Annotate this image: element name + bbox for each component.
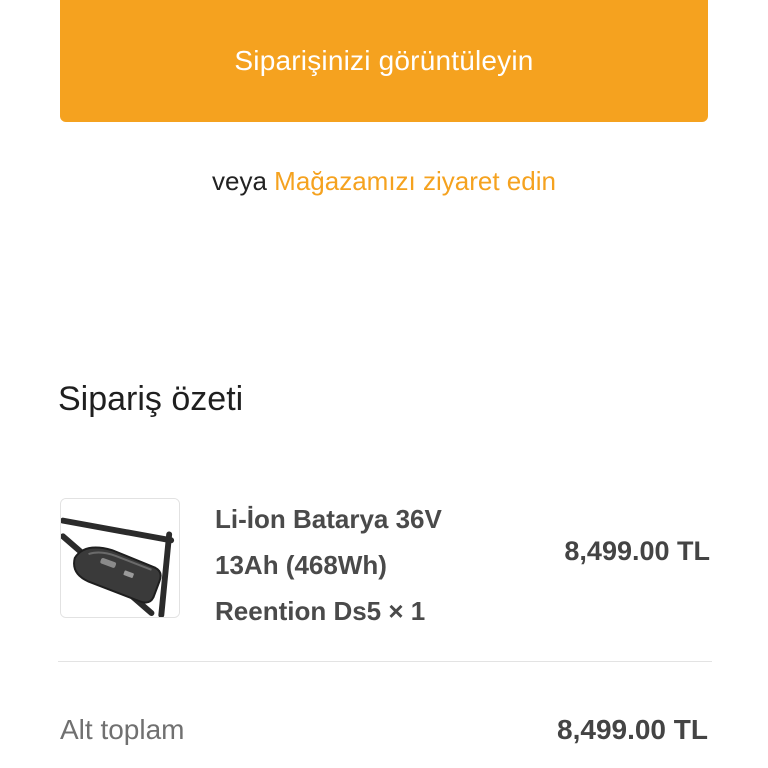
order-summary-title: Sipariş özeti — [58, 380, 244, 418]
battery-frame-image — [61, 499, 179, 617]
order-line-item: Li-İon Batarya 36V 13Ah (468Wh) Reention… — [60, 496, 710, 626]
subtotal-value: 8,499.00 TL — [557, 714, 708, 745]
order-confirmation-page: Siparişinizi görüntüleyin veya Mağazamız… — [0, 0, 768, 768]
alternative-prefix: veya — [212, 166, 267, 196]
product-name-line-3: Reention Ds5 × 1 — [215, 596, 426, 626]
product-name-line-1: Li-İon Batarya 36V — [215, 504, 442, 534]
view-order-button[interactable]: Siparişinizi görüntüleyin — [60, 0, 708, 122]
product-name-line-2: 13Ah (468Wh) — [215, 550, 387, 580]
product-thumbnail — [60, 498, 180, 618]
alternative-action-line: veya Mağazamızı ziyaret edin — [0, 166, 768, 197]
visit-store-link[interactable]: Mağazamızı ziyaret edin — [274, 166, 556, 196]
subtotal-label: Alt toplam — [60, 714, 185, 745]
product-name: Li-İon Batarya 36V 13Ah (468Wh) Reention… — [215, 496, 515, 634]
product-price: 8,499.00 TL — [564, 536, 710, 566]
summary-divider — [58, 661, 712, 662]
